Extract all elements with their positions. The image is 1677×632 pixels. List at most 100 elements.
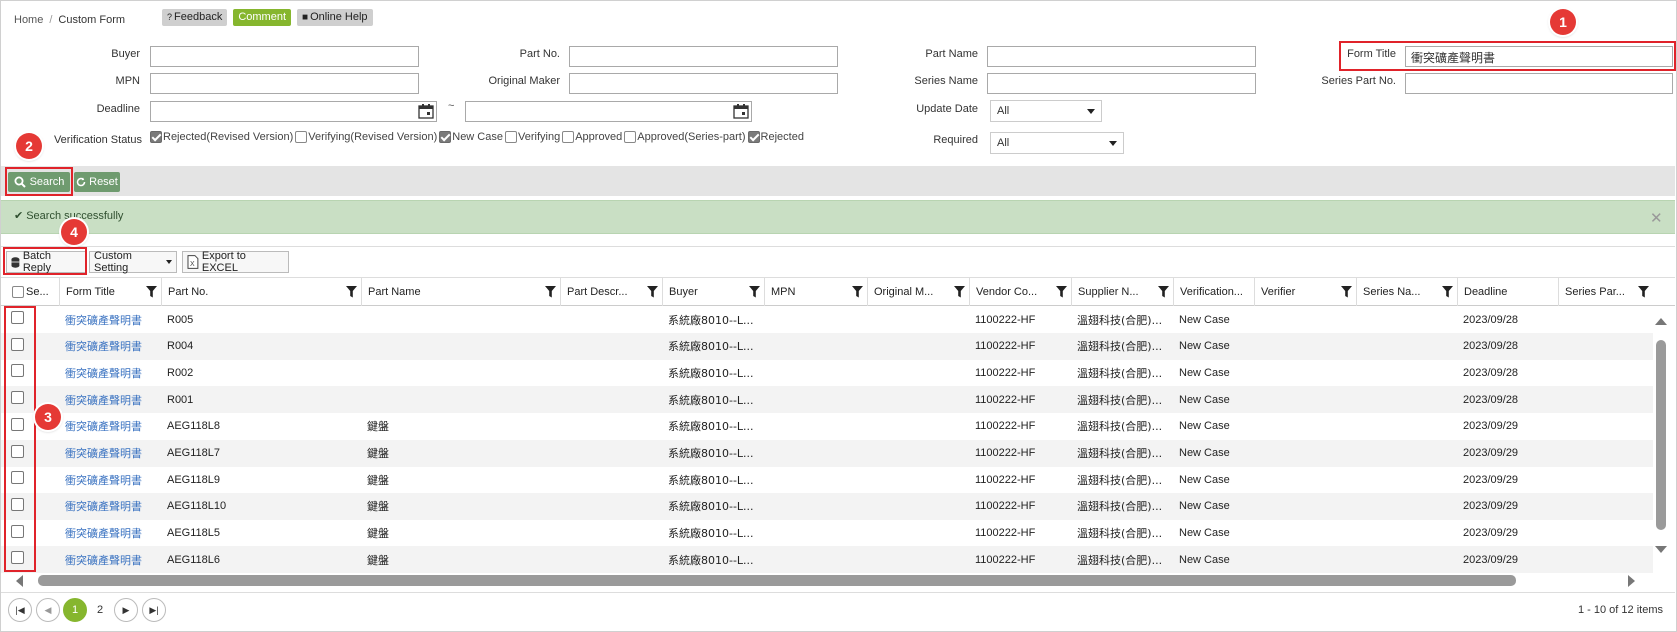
custom-setting-dropdown[interactable]: Custom Setting (89, 250, 177, 274)
close-icon[interactable]: ✕ (1650, 209, 1663, 227)
export-excel-button[interactable]: X Export to EXCEL (182, 250, 289, 274)
deadline-to-input[interactable] (465, 101, 752, 122)
filter-icon[interactable] (647, 286, 658, 298)
filter-icon[interactable] (1056, 286, 1067, 298)
required-select[interactable]: All (990, 132, 1124, 154)
checkbox[interactable] (295, 131, 308, 143)
column-header[interactable]: Supplier N... (1071, 278, 1173, 306)
column-header-label: Part Name (368, 286, 421, 298)
filter-icon[interactable] (1442, 286, 1453, 298)
scroll-up-icon[interactable] (1655, 318, 1667, 325)
verification-option[interactable]: Rejected (747, 131, 804, 143)
vendor-code-cell: 1100222-HF (975, 420, 1036, 433)
vertical-scroll-thumb[interactable] (1656, 340, 1666, 530)
buyer-input[interactable] (150, 46, 419, 67)
form-title-link[interactable]: 衝突礦產聲明書 (59, 546, 161, 573)
filter-icon[interactable] (1638, 286, 1649, 298)
verification-option[interactable]: New Case (439, 131, 503, 143)
column-header[interactable]: MPN (764, 278, 867, 306)
deadline-from-input[interactable] (150, 101, 437, 122)
checkbox[interactable] (624, 131, 637, 143)
column-header[interactable]: Deadline (1457, 278, 1558, 306)
form-title-link[interactable]: 衝突礦產聲明書 (59, 306, 161, 333)
column-header-label: Deadline (1464, 286, 1508, 298)
reset-button[interactable]: Reset (74, 172, 120, 192)
form-title-link[interactable]: 衝突礦產聲明書 (59, 520, 161, 547)
form-title-link[interactable]: 衝突礦產聲明書 (59, 466, 161, 493)
verification-option[interactable]: Approved (562, 131, 622, 143)
column-header[interactable]: Form Title (59, 278, 161, 306)
annotation-highlight-search (5, 167, 73, 196)
breadcrumb-home[interactable]: Home (14, 14, 43, 26)
form-title-link[interactable]: 衝突礦產聲明書 (59, 413, 161, 440)
next-page-button[interactable]: ▶ (114, 598, 138, 622)
scroll-right-icon[interactable] (1628, 575, 1635, 587)
feedback-button[interactable]: ? Feedback (162, 9, 228, 26)
form-title-link[interactable]: 衝突礦產聲明書 (59, 333, 161, 360)
verification-option[interactable]: Approved(Series-part) (624, 131, 746, 143)
vendor-code-cell: 1100222-HF (975, 553, 1036, 566)
filter-icon[interactable] (1158, 286, 1169, 298)
filter-icon[interactable] (852, 286, 863, 298)
form-title-link[interactable]: 衝突礦產聲明書 (59, 386, 161, 413)
scroll-left-icon[interactable] (16, 575, 23, 587)
comment-button[interactable]: Comment (233, 9, 292, 26)
column-header[interactable]: Vendor Co... (969, 278, 1071, 306)
series-name-label: Series Name (914, 75, 978, 87)
checkbox[interactable] (150, 131, 162, 143)
mpn-input[interactable] (150, 73, 419, 94)
filter-icon[interactable] (346, 286, 357, 298)
verification-option[interactable]: Rejected(Revised Version) (150, 131, 293, 143)
column-header[interactable]: Original M... (867, 278, 969, 306)
checkbox[interactable] (439, 131, 452, 143)
scroll-down-icon[interactable] (1655, 546, 1667, 553)
column-header[interactable]: Buyer (662, 278, 764, 306)
form-title-link[interactable]: 衝突礦產聲明書 (59, 359, 161, 386)
series-part-no-input[interactable] (1405, 73, 1673, 94)
filter-icon[interactable] (749, 286, 760, 298)
column-header[interactable]: Series Par... (1558, 278, 1653, 306)
calendar-icon[interactable] (418, 104, 434, 119)
column-header[interactable]: Verification... (1173, 278, 1254, 306)
part-name-input[interactable] (987, 46, 1256, 67)
form-title-link[interactable]: 衝突礦產聲明書 (59, 493, 161, 520)
calendar-icon[interactable] (733, 104, 749, 119)
deadline-cell: 2023/09/29 (1463, 553, 1519, 566)
column-header-label: Se... (26, 286, 49, 298)
column-header[interactable]: Part Name (361, 278, 560, 306)
column-header[interactable]: Part Descr... (560, 278, 662, 306)
column-header[interactable]: Part No. (161, 278, 361, 306)
checkbox[interactable] (562, 131, 575, 143)
column-header[interactable]: Series Na... (1356, 278, 1457, 306)
prev-page-button[interactable]: ◀ (36, 598, 60, 622)
first-page-button[interactable]: |◀ (8, 598, 32, 622)
buyer-cell: 系統廠8010--L... (668, 500, 754, 514)
chevron-down-icon (166, 260, 172, 264)
last-page-button[interactable]: ▶| (142, 598, 166, 622)
part-no-input[interactable] (569, 46, 838, 67)
verification-option-label: Rejected(Revised Version) (163, 131, 294, 143)
horizontal-scroll-thumb[interactable] (38, 575, 1516, 586)
part-no-cell: AEG118L10 (167, 500, 227, 513)
page-1-button[interactable]: 1 (63, 598, 87, 622)
filter-icon[interactable] (1341, 286, 1352, 298)
update-date-select[interactable]: All (990, 100, 1102, 122)
filter-icon[interactable] (954, 286, 965, 298)
series-name-input[interactable] (987, 73, 1256, 94)
filter-icon[interactable] (545, 286, 556, 298)
filter-icon[interactable] (146, 286, 157, 298)
part-name-cell (361, 333, 560, 360)
select-all-checkbox[interactable] (12, 286, 24, 298)
verification-option[interactable]: Verifying (505, 131, 560, 143)
column-header[interactable]: Verifier (1254, 278, 1356, 306)
form-title-link[interactable]: 衝突礦產聲明書 (59, 440, 161, 467)
original-maker-input[interactable] (569, 73, 838, 94)
checkbox[interactable] (747, 131, 760, 143)
verification-option[interactable]: Verifying(Revised Version) (295, 131, 437, 143)
online-help-button[interactable]: ■ Online Help (297, 9, 373, 26)
vendor-code-cell: 1100222-HF (975, 366, 1036, 379)
column-header[interactable]: Se... (6, 278, 59, 306)
page-2-button[interactable]: 2 (88, 598, 112, 622)
checkbox[interactable] (505, 131, 517, 143)
part-no-cell: AEG118L7 (167, 447, 221, 459)
